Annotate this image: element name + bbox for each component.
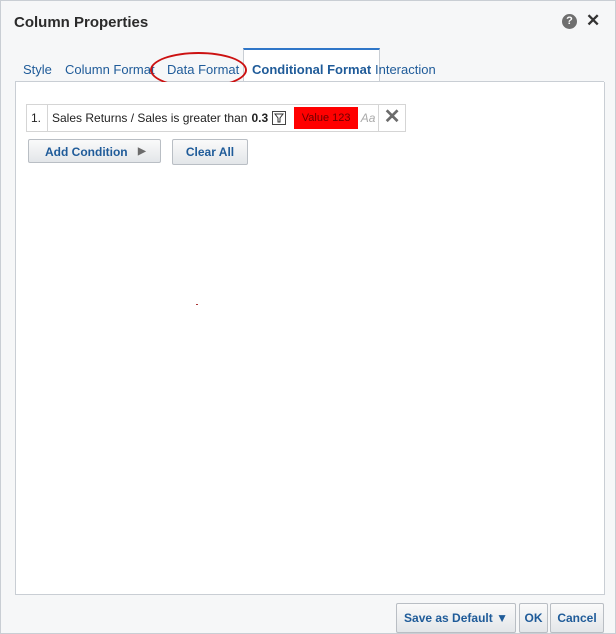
- triangle-right-icon: ▶: [138, 146, 146, 157]
- cancel-button[interactable]: Cancel: [550, 603, 604, 633]
- stray-mark: [196, 304, 198, 305]
- clear-all-button[interactable]: Clear All: [172, 139, 248, 165]
- column-properties-dialog: Column Properties ? ✕ Style Column Forma…: [0, 0, 616, 634]
- conditional-format-panel: 1. Sales Returns / Sales is greater than…: [15, 82, 605, 595]
- save-as-default-label: Save as Default: [404, 611, 493, 625]
- condition-number: 1.: [27, 105, 48, 131]
- caret-down-icon: ▼: [496, 611, 508, 625]
- tab-style[interactable]: Style: [23, 62, 52, 77]
- dialog-title: Column Properties: [14, 14, 149, 31]
- help-icon[interactable]: ?: [562, 14, 577, 29]
- tab-data-format[interactable]: Data Format: [167, 62, 239, 77]
- tab-conditional-format[interactable]: Conditional Format: [243, 48, 381, 82]
- close-icon[interactable]: ✕: [586, 11, 600, 31]
- add-condition-label: Add Condition: [45, 145, 128, 159]
- condition-text: Sales Returns / Sales is greater than: [52, 111, 248, 125]
- add-condition-button[interactable]: Add Condition ▶: [28, 139, 161, 163]
- condition-text-wrap[interactable]: Sales Returns / Sales is greater than 0.…: [48, 105, 290, 131]
- tab-column-format[interactable]: Column Format: [65, 62, 155, 77]
- delete-condition-icon[interactable]: ✕: [379, 105, 405, 131]
- save-as-default-button[interactable]: Save as Default ▼: [396, 603, 516, 633]
- tab-bar: Style Column Format Data Format Conditio…: [1, 48, 615, 82]
- format-preview[interactable]: Value 123: [294, 107, 359, 129]
- font-style-icon[interactable]: Aa: [358, 105, 380, 131]
- condition-value: 0.3: [251, 111, 269, 125]
- condition-row[interactable]: 1. Sales Returns / Sales is greater than…: [26, 104, 407, 132]
- filter-icon[interactable]: [272, 111, 287, 125]
- ok-button[interactable]: OK: [519, 603, 548, 633]
- dialog-titlebar: Column Properties ? ✕: [1, 1, 615, 39]
- tab-interaction[interactable]: Interaction: [375, 62, 436, 77]
